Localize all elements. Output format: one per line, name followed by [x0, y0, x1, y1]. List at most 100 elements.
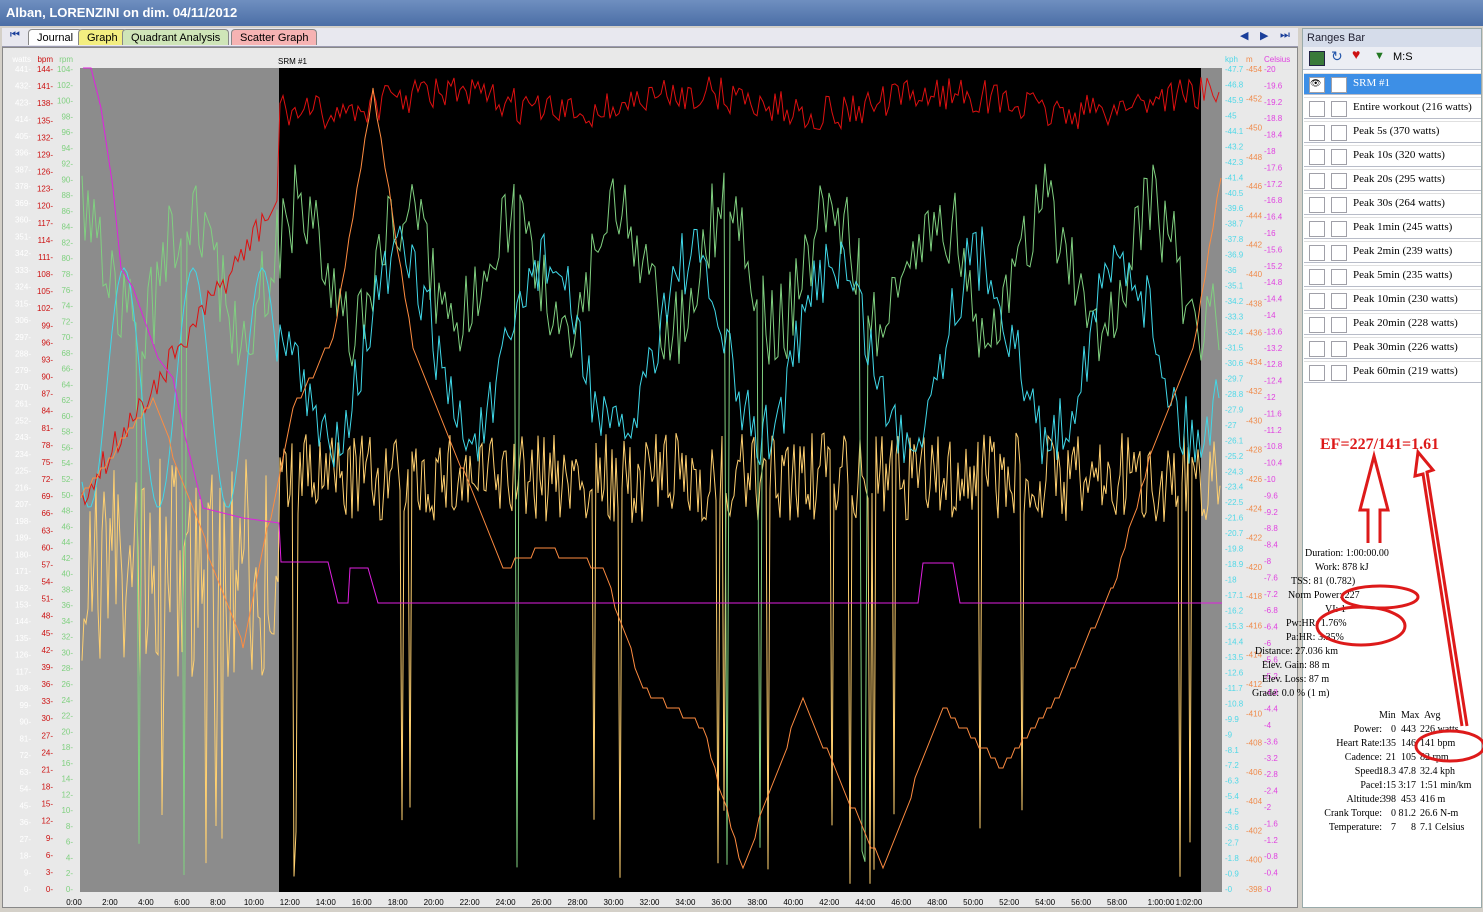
range-item-label: Peak 5min (235 watts) [1353, 269, 1453, 281]
x-tick: 26:00 [532, 898, 553, 907]
tab-scatter-graph[interactable]: Scatter Graph [231, 29, 318, 45]
stats-column-header: Avg [1424, 710, 1441, 721]
visibility-checkbox[interactable] [1309, 173, 1325, 189]
celsius-axis-tick: -2.4 [1264, 787, 1278, 796]
visibility-checkbox[interactable] [1309, 269, 1325, 285]
bpm-axis-tick: 81- [41, 424, 53, 433]
range-item-label: Peak 30min (226 watts) [1353, 341, 1458, 353]
range-item[interactable]: Peak 20min (228 watts) [1304, 313, 1481, 335]
lock-checkbox[interactable] [1331, 125, 1347, 141]
ranges-bar-toolbar: ↻ ♥ ▼ M:S [1303, 47, 1481, 70]
bpm-axis-tick: 138- [37, 99, 53, 108]
visibility-checkbox[interactable] [1309, 341, 1325, 357]
watts-axis-tick: 342- [15, 249, 31, 258]
watts-axis-tick: 162- [15, 584, 31, 593]
first-page-icon[interactable]: ⏮ [10, 29, 20, 42]
visibility-checkbox[interactable] [1309, 125, 1325, 141]
visibility-checkbox[interactable] [1309, 221, 1325, 237]
range-item[interactable]: Peak 1min (245 watts) [1304, 217, 1481, 239]
lock-checkbox[interactable] [1331, 317, 1347, 333]
stat-row-label: Altitude: [1346, 794, 1382, 805]
range-item[interactable]: 👁 SRM #1 [1304, 73, 1481, 95]
graph-canvas[interactable]: SRM #1 watts441- 432- 423- 414- 405- 396- 387- 3… [3, 48, 1297, 907]
kph-axis-tick: -18 [1225, 576, 1237, 585]
range-item[interactable]: Peak 30min (226 watts) [1304, 337, 1481, 359]
range-item[interactable]: Peak 60min (219 watts) [1304, 361, 1481, 383]
x-tick: 58:00 [1107, 898, 1128, 907]
next-icon[interactable]: ▶ [1260, 29, 1268, 42]
range-item[interactable]: Peak 5min (235 watts) [1304, 265, 1481, 287]
altitude-axis-tick: -430 [1246, 416, 1263, 425]
visibility-checkbox[interactable] [1309, 149, 1325, 165]
range-item[interactable]: Peak 10min (230 watts) [1304, 289, 1481, 311]
last-page-icon[interactable]: ⏭ [1280, 29, 1290, 42]
bpm-axis-tick: 0- [46, 885, 53, 894]
lock-checkbox[interactable] [1331, 173, 1347, 189]
altitude-axis-tick: -428 [1246, 446, 1263, 455]
visibility-checkbox[interactable] [1309, 245, 1325, 261]
visibility-checkbox[interactable] [1309, 365, 1325, 381]
graph-icon[interactable] [1309, 51, 1325, 66]
altitude-axis-tick: -424 [1246, 504, 1263, 513]
watts-axis-tick: 18- [19, 852, 31, 861]
bpm-axis-tick: 12- [41, 817, 53, 826]
visibility-checkbox[interactable] [1309, 317, 1325, 333]
visibility-checkbox[interactable] [1309, 293, 1325, 309]
altitude-axis-tick: -432 [1246, 387, 1263, 396]
celsius-axis-tick: -10.8 [1264, 442, 1283, 451]
altitude-axis-tick: -438 [1246, 299, 1263, 308]
celsius-axis-tick: -0 [1264, 885, 1272, 894]
kph-axis-tick: -14.4 [1225, 637, 1244, 646]
stat-line: Elev. Gain: 88 m [1262, 660, 1330, 671]
lock-checkbox[interactable] [1331, 341, 1347, 357]
lap-marker-icon[interactable] [1331, 77, 1347, 93]
stat-row-avg: 32.4 kph [1420, 766, 1455, 777]
visibility-checkbox[interactable] [1309, 197, 1325, 213]
stat-row-max: 146 [1401, 738, 1416, 749]
workout-graph[interactable]: SRM #1 watts 441- 432- 423- 414- 405- 396- 387- 3… [2, 47, 1298, 908]
lock-checkbox[interactable] [1331, 101, 1347, 117]
x-tick: 38:00 [747, 898, 768, 907]
lock-checkbox[interactable] [1331, 293, 1347, 309]
stat-row-max: 443 [1401, 724, 1416, 735]
tab-quadrant-analysis[interactable]: Quadrant Analysis [122, 29, 230, 45]
altitude-axis-tick: -434 [1246, 358, 1263, 367]
range-item[interactable]: Entire workout (216 watts) [1304, 97, 1481, 119]
lock-checkbox[interactable] [1331, 269, 1347, 285]
x-tick: 36:00 [711, 898, 732, 907]
stat-line: Distance: 27.036 km [1255, 646, 1339, 657]
lock-checkbox[interactable] [1331, 365, 1347, 381]
visibility-eye-icon[interactable]: 👁 [1309, 77, 1325, 93]
kph-axis-tick: -27.9 [1225, 405, 1244, 414]
refresh-icon[interactable]: ↻ [1331, 49, 1343, 66]
kph-axis-tick: -24.3 [1225, 467, 1244, 476]
range-item[interactable]: Peak 2min (239 watts) [1304, 241, 1481, 263]
range-item[interactable]: Peak 5s (370 watts) [1304, 121, 1481, 143]
rpm-axis-tick: 18- [61, 743, 73, 752]
range-item[interactable]: Peak 30s (264 watts) [1304, 193, 1481, 215]
lock-checkbox[interactable] [1331, 245, 1347, 261]
prev-icon[interactable]: ◀ [1240, 29, 1248, 42]
heart-icon[interactable]: ♥ [1352, 48, 1360, 64]
rpm-axis-tick: 36- [61, 601, 73, 610]
kph-axis-tick: -23.4 [1225, 483, 1244, 492]
watts-axis-tick: 288- [15, 349, 31, 358]
lock-checkbox[interactable] [1331, 149, 1347, 165]
visibility-checkbox[interactable] [1309, 101, 1325, 117]
lock-checkbox[interactable] [1331, 197, 1347, 213]
rpm-axis-tick: 54- [61, 459, 73, 468]
rpm-axis-unit: rpm [59, 55, 73, 64]
watts-axis-tick: 63- [19, 768, 31, 777]
time-format-label[interactable]: M:S [1393, 51, 1413, 63]
series-label: SRM #1 [278, 57, 307, 66]
x-tick: 0:00 [66, 898, 82, 907]
tab-journal[interactable]: Journal [28, 29, 83, 45]
celsius-axis-tick: -12 [1264, 393, 1276, 402]
range-item[interactable]: Peak 10s (320 watts) [1304, 145, 1481, 167]
kph-axis-tick: -8.1 [1225, 746, 1239, 755]
down-arrow-icon[interactable]: ▼ [1374, 50, 1385, 62]
tab-graph[interactable]: Graph [78, 29, 127, 45]
range-item[interactable]: Peak 20s (295 watts) [1304, 169, 1481, 191]
lock-checkbox[interactable] [1331, 221, 1347, 237]
celsius-axis-tick: -18.8 [1264, 114, 1283, 123]
